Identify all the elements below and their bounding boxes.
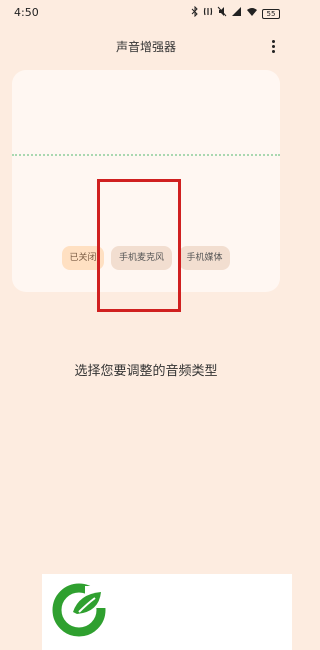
chip-phone-media[interactable]: 手机媒体 <box>179 246 230 270</box>
status-bar: 4:50 55 <box>0 0 292 26</box>
wifi-icon <box>246 7 258 21</box>
screen: 4:50 55 声音增强器 已关闭 手机麦克风 手机媒体 选择您要调整的音频类型 <box>0 0 292 650</box>
waveform-baseline <box>12 154 280 156</box>
bluetooth-icon <box>191 5 199 21</box>
battery-indicator: 55 <box>262 8 280 19</box>
signal-icon <box>231 6 242 21</box>
nfc-icon <box>203 6 213 21</box>
highlight-annotation-box <box>97 179 181 312</box>
status-time: 4:50 <box>14 6 39 19</box>
status-icons: 55 <box>191 5 280 21</box>
instruction-text: 选择您要调整的音频类型 <box>74 364 218 379</box>
watermark-overlay <box>42 574 292 650</box>
leaf-logo-icon <box>49 578 111 640</box>
app-title: 声音增强器 <box>115 40 176 54</box>
mute-icon <box>217 6 227 21</box>
more-vert-icon[interactable] <box>268 40 278 54</box>
app-bar: 声音增强器 <box>0 32 292 60</box>
